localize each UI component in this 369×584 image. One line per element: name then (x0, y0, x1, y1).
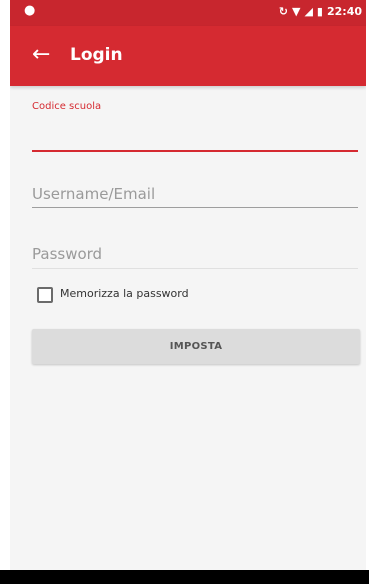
remember-password-checkbox[interactable] (37, 287, 53, 303)
app-screen: ● ↻ ▼ ◢ ▮ 22:40 ← Login Codice scuola Us… (10, 0, 366, 584)
arrow-left-icon[interactable]: ← (32, 42, 50, 68)
signal-icon: ◢ (304, 5, 313, 18)
sync-icon: ↻ (278, 5, 288, 18)
school-code-label: Codice scuola (32, 101, 102, 112)
page-title: Login (70, 45, 123, 65)
status-bar: ● ↻ ▼ ◢ ▮ 22:40 (10, 0, 366, 26)
password-input[interactable]: Password (32, 245, 102, 263)
username-input[interactable]: Username/Email (32, 185, 155, 203)
imposta-button[interactable]: IMPOSTA (32, 329, 360, 364)
notification-icon: ● (24, 3, 36, 18)
app-bar: ← Login (10, 26, 366, 86)
school-code-input[interactable] (32, 150, 358, 152)
status-time: 22:40 (326, 5, 362, 18)
username-underline (32, 207, 358, 208)
wifi-icon: ▼ (291, 5, 301, 18)
navigation-bar (0, 570, 369, 584)
remember-password-label[interactable]: Memorizza la password (60, 287, 189, 300)
status-icons: ↻ ▼ ◢ ▮ 22:40 (279, 5, 362, 19)
password-underline (32, 268, 358, 269)
battery-icon: ▮ (316, 5, 323, 18)
